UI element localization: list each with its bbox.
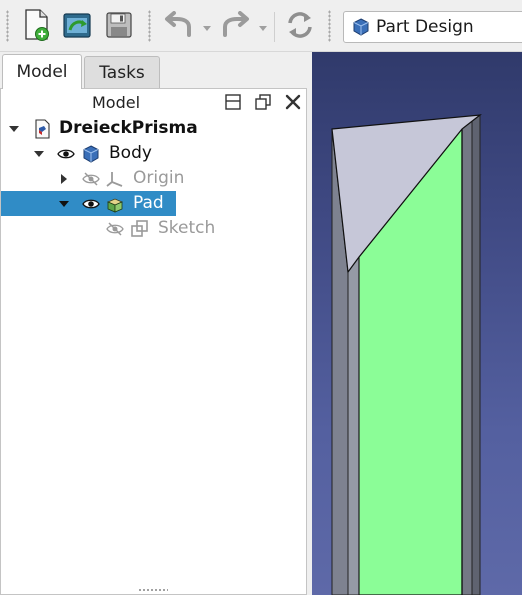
body-icon [81, 144, 101, 164]
panel-splitter-handle[interactable] [138, 588, 168, 592]
prism-inner-side-face [347, 255, 360, 595]
toolbar-grip-2[interactable] [148, 10, 151, 42]
eye-hidden-icon[interactable] [105, 219, 125, 239]
main-toolbar: Part Design [0, 0, 522, 52]
tab-model[interactable]: Model [2, 54, 82, 89]
redo-dropdown-arrow[interactable] [258, 24, 268, 32]
expand-arrow-down-icon[interactable] [59, 199, 69, 209]
tree-item-label: DreieckPrisma [59, 118, 198, 138]
tree-item-sketch[interactable]: Sketch [1, 216, 306, 241]
pad-icon [105, 194, 125, 214]
eye-hidden-icon[interactable] [81, 169, 101, 189]
undo-icon [163, 11, 195, 43]
open-folder-icon [61, 10, 93, 44]
undo-button[interactable] [162, 8, 196, 46]
tree-item-label: Origin [133, 168, 185, 188]
float-icon [254, 93, 272, 115]
model-tree-frame: Model DreieckPrisma Body Origin Pad Sket… [0, 88, 307, 595]
expand-arrow-down-icon[interactable] [34, 149, 44, 159]
new-document-button[interactable] [20, 8, 54, 46]
tab-tasks-label: Tasks [99, 62, 145, 83]
panel-tab-bar: Model Tasks [0, 52, 312, 89]
tree-item-label: Pad [133, 193, 164, 213]
redo-icon [219, 11, 251, 43]
prism-right-edge-face [471, 114, 481, 595]
toolbar-separator [274, 12, 275, 42]
eye-icon[interactable] [81, 194, 101, 214]
expand-arrow-right-icon[interactable] [59, 174, 69, 184]
eye-icon[interactable] [56, 144, 76, 164]
tree-item-label: Body [109, 143, 152, 163]
toolbar-grip-3[interactable] [328, 10, 331, 42]
expand-arrow-down-icon[interactable] [9, 124, 19, 134]
refresh-button[interactable] [283, 8, 317, 46]
tree-item-pad[interactable]: Pad [1, 191, 306, 216]
tree-item-label: Sketch [158, 218, 216, 238]
document-icon [32, 119, 52, 139]
tab-tasks[interactable]: Tasks [84, 56, 160, 88]
undo-dropdown-arrow[interactable] [202, 24, 212, 32]
prism-model[interactable] [312, 52, 522, 595]
tab-model-label: Model [16, 62, 68, 82]
save-icon [105, 11, 133, 43]
sketch-icon [130, 219, 150, 239]
origin-axes-icon [105, 169, 125, 189]
part-design-icon [352, 18, 370, 36]
toolbar-grip[interactable] [6, 10, 9, 42]
open-document-button[interactable] [60, 8, 94, 46]
workbench-selector[interactable]: Part Design [343, 11, 522, 43]
close-icon [284, 93, 302, 115]
tree-title: Model [91, 93, 141, 112]
float-panel-button[interactable] [253, 94, 273, 114]
tree-item-dreieckprisma[interactable]: DreieckPrisma [1, 116, 306, 141]
redo-button[interactable] [218, 8, 252, 46]
combo-view-panel: Model Tasks Model DreieckPrisma Body Ori… [0, 52, 312, 595]
3d-view[interactable] [312, 52, 522, 595]
close-panel-button[interactable] [283, 94, 303, 114]
collapse-icon [224, 93, 242, 115]
freecad-window: Part Design Model Tasks Model DreieckPri… [0, 0, 522, 595]
collapse-panel-button[interactable] [223, 94, 243, 114]
save-document-button[interactable] [102, 8, 136, 46]
refresh-icon [285, 10, 315, 44]
tree-header: Model [1, 89, 306, 117]
tree-item-body[interactable]: Body [1, 141, 306, 166]
tree-item-origin[interactable]: Origin [1, 166, 306, 191]
workbench-label: Part Design [376, 17, 474, 37]
new-document-icon [22, 8, 52, 46]
